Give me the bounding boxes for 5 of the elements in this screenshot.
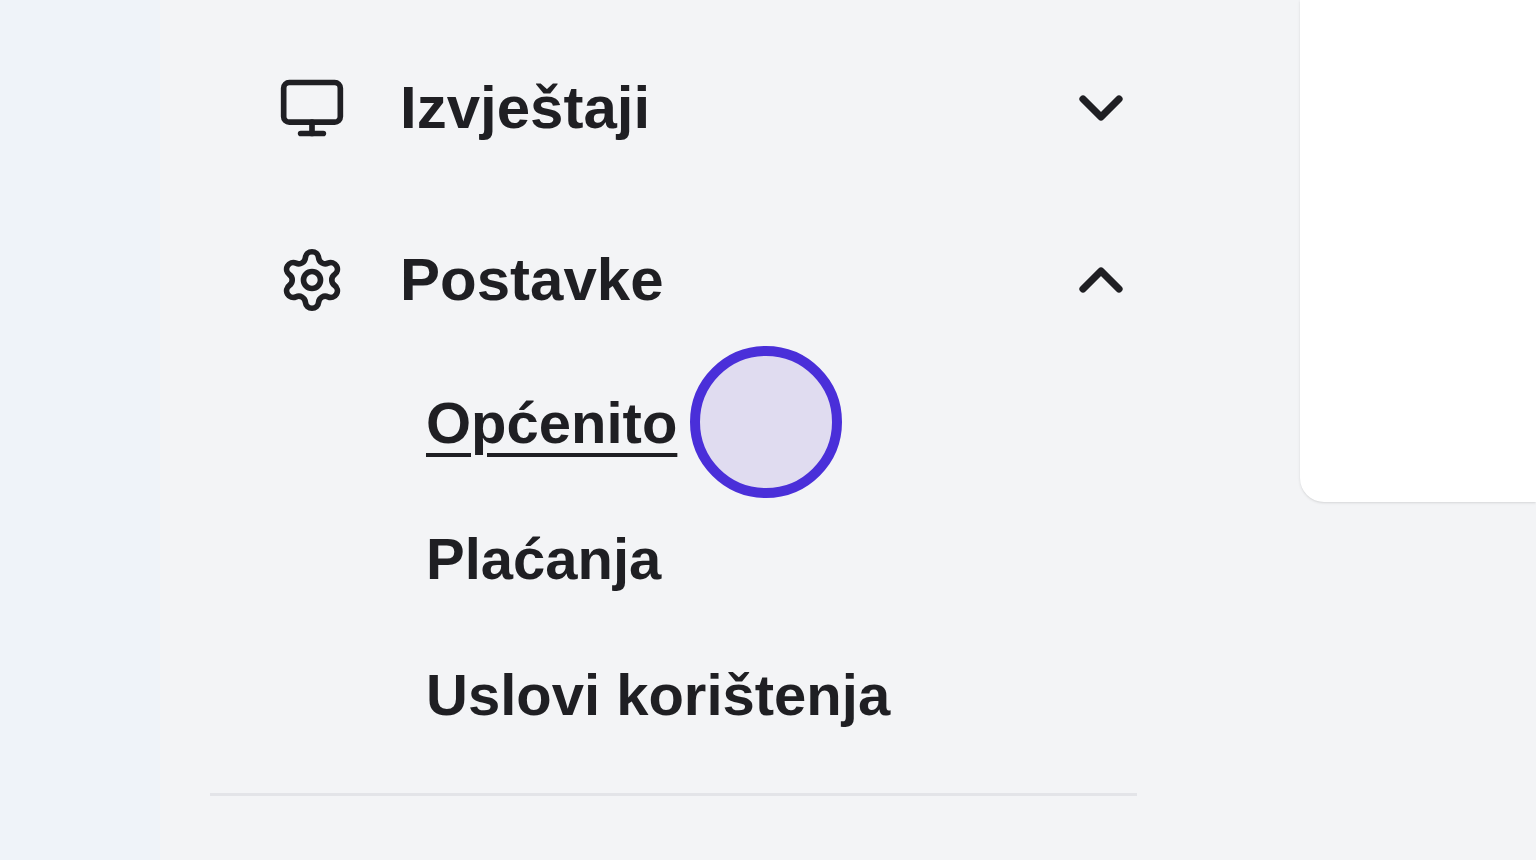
submenu-link[interactable]: Plaćanja xyxy=(426,514,662,602)
submenu-link[interactable]: Uslovi korištenja xyxy=(426,650,891,738)
submenu-link[interactable]: Općenito xyxy=(426,378,678,466)
menu-item[interactable]: Postavke xyxy=(210,194,1137,366)
menu-item[interactable]: Izvještaji xyxy=(210,22,1137,194)
